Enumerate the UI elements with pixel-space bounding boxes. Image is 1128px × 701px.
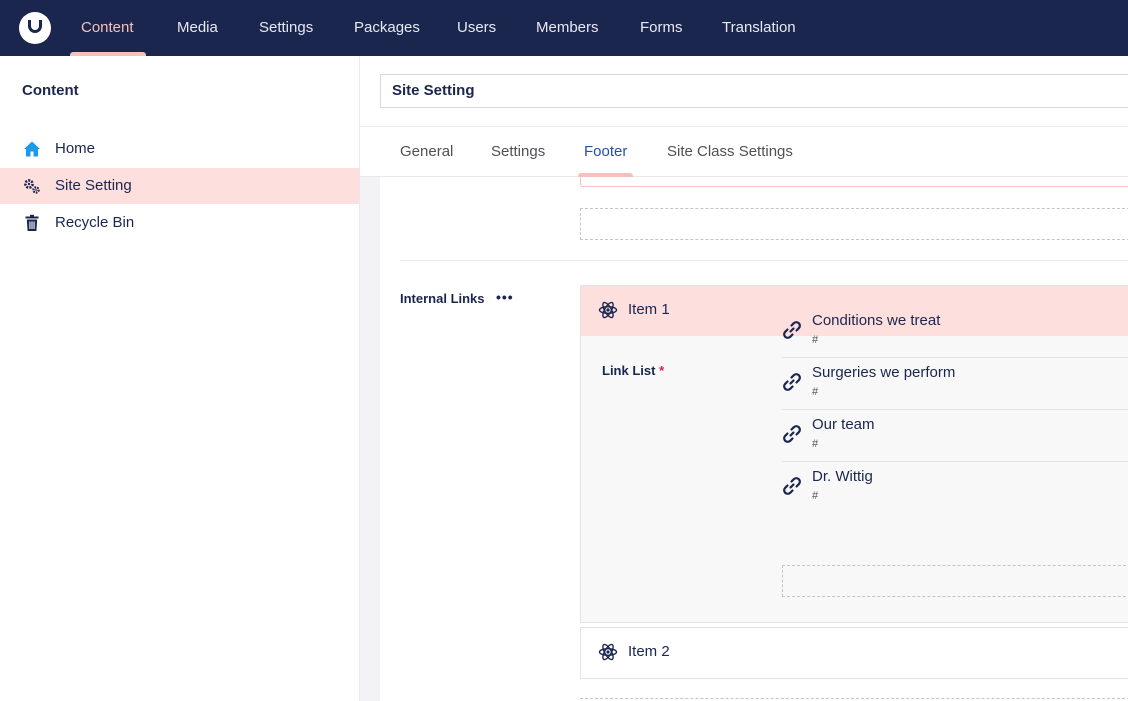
tab-settings[interactable]: Settings xyxy=(491,143,545,160)
link-list-item[interactable]: Dr. Wittig # xyxy=(782,462,1128,514)
section-media[interactable]: Media xyxy=(177,0,218,56)
section-forms[interactable]: Forms xyxy=(640,0,683,56)
link-list-item[interactable]: Surgeries we perform # xyxy=(782,358,1128,410)
tree-item-home[interactable]: Home xyxy=(0,131,359,167)
umbraco-logo-icon[interactable] xyxy=(19,12,51,44)
link-icon xyxy=(783,425,801,443)
link-name: Surgeries we perform xyxy=(812,364,956,381)
link-icon xyxy=(783,321,801,339)
sidebar-title: Content xyxy=(22,82,79,99)
content-tree-sidebar: Content Home Site Setting Recycle Bin xyxy=(0,56,360,701)
atom-icon xyxy=(598,643,618,661)
settings-gears-icon xyxy=(24,179,40,194)
properties-panel: Internal Links ••• Item 1 Link List * Co… xyxy=(380,177,1128,701)
section-packages[interactable]: Packages xyxy=(354,0,420,56)
editor-scroll-area: Internal Links ••• Item 1 Link List * Co… xyxy=(360,177,1128,701)
section-settings[interactable]: Settings xyxy=(259,0,313,56)
tree-item-site-setting[interactable]: Site Setting xyxy=(0,168,359,204)
tree-item-label: Home xyxy=(55,140,96,157)
home-icon xyxy=(24,141,40,157)
tree-item-label: Site Setting xyxy=(55,177,132,194)
link-list-item[interactable]: Conditions we treat # xyxy=(782,306,1128,358)
link-name: Dr. Wittig xyxy=(812,468,873,485)
tree-item-label: Recycle Bin xyxy=(55,214,135,231)
block-item-2[interactable]: Item 2 xyxy=(580,627,1128,679)
section-content[interactable]: Content xyxy=(81,0,134,56)
atom-icon xyxy=(598,301,618,319)
required-marker: * xyxy=(659,363,665,378)
link-url: # xyxy=(812,438,819,450)
top-navigation-bar: Content Media Settings Packages Users Me… xyxy=(0,0,1128,56)
link-name: Conditions we treat xyxy=(812,312,941,329)
trash-icon xyxy=(25,214,39,231)
tree-item-recycle-bin[interactable]: Recycle Bin xyxy=(0,205,359,241)
section-translation[interactable]: Translation xyxy=(722,0,796,56)
block-item-label: Item 2 xyxy=(628,643,670,660)
link-icon xyxy=(783,477,801,495)
link-icon xyxy=(783,373,801,391)
tab-footer[interactable]: Footer xyxy=(584,143,627,160)
link-name: Our team xyxy=(812,416,875,433)
link-url: # xyxy=(812,334,819,346)
property-label-internal-links: Internal Links xyxy=(400,291,485,306)
tab-general[interactable]: General xyxy=(400,143,453,160)
block-item-1: Item 1 Link List * Conditions we treat # xyxy=(580,285,1128,623)
link-url: # xyxy=(812,490,819,502)
link-url: # xyxy=(812,386,819,398)
node-name-input[interactable]: Site Setting xyxy=(380,74,1128,108)
block-item-label: Item 1 xyxy=(628,301,670,318)
tab-site-class-settings[interactable]: Site Class Settings xyxy=(667,143,793,160)
link-list-item[interactable]: Our team # xyxy=(782,410,1128,462)
property-label-link-list: Link List * xyxy=(602,363,665,378)
property-divider xyxy=(400,260,1128,261)
add-block-placeholder[interactable] xyxy=(580,208,1128,240)
content-editor: Site Setting General Settings Footer Sit… xyxy=(360,56,1128,701)
more-dots-icon[interactable]: ••• xyxy=(496,290,516,307)
add-link-button[interactable] xyxy=(782,565,1128,597)
section-users[interactable]: Users xyxy=(457,0,496,56)
previous-block-bottom xyxy=(580,177,1128,187)
editor-tabs: General Settings Footer Site Class Setti… xyxy=(360,126,1128,177)
section-members[interactable]: Members xyxy=(536,0,599,56)
